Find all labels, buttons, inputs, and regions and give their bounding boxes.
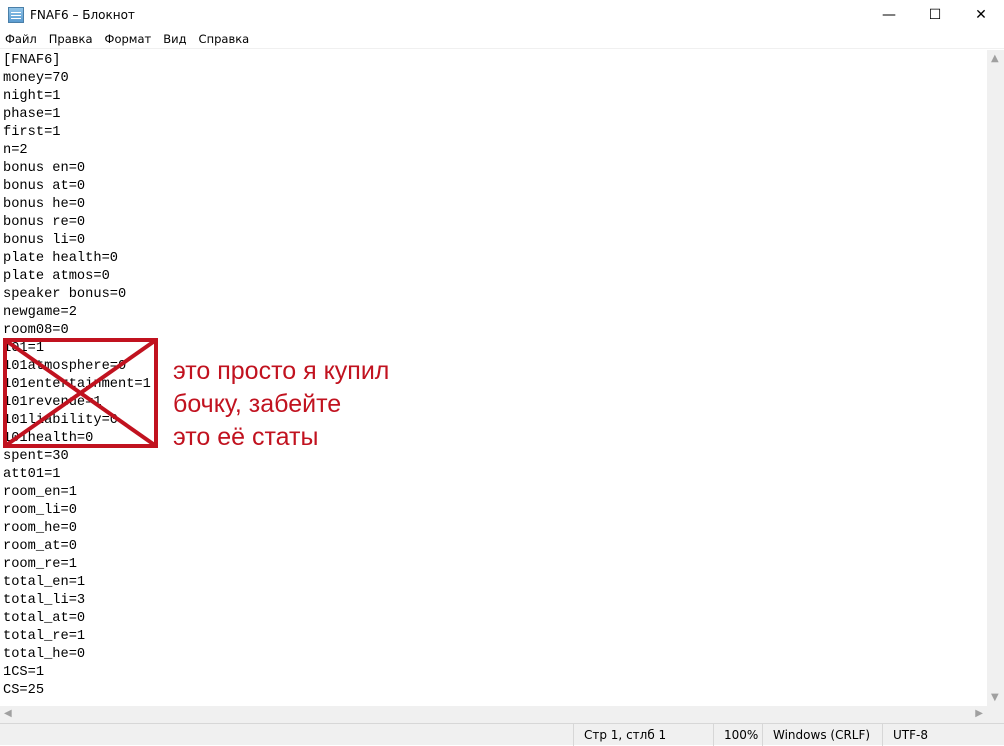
menu-file[interactable]: Файл — [0, 32, 43, 46]
text-line: bonus re=0 — [3, 215, 86, 230]
text-line: bonus en=0 — [3, 161, 86, 176]
annotation-text: это просто я купил бочку, забейте это её… — [173, 355, 389, 454]
text-line: speaker bonus=0 — [3, 287, 127, 302]
status-bar: Стр 1, стлб 1 100% Windows (CRLF) UTF-8 — [0, 723, 1004, 746]
menu-help[interactable]: Справка — [193, 32, 256, 46]
text-line: room_he=0 — [3, 521, 77, 536]
scroll-up-icon[interactable]: ▲ — [991, 53, 999, 64]
text-line: bonus at=0 — [3, 179, 86, 194]
text-line: plate atmos=0 — [3, 269, 110, 284]
text-line: total_he=0 — [3, 647, 86, 662]
text-line: n=2 — [3, 143, 28, 158]
scroll-left-icon[interactable]: ◀ — [4, 708, 12, 719]
text-line: total_re=1 — [3, 629, 86, 644]
menu-edit[interactable]: Правка — [43, 32, 99, 46]
cross-out-box — [3, 338, 158, 448]
cross-out-mark — [3, 338, 158, 448]
scroll-right-icon[interactable]: ▶ — [975, 708, 983, 719]
menu-view[interactable]: Вид — [157, 32, 192, 46]
text-line: room_li=0 — [3, 503, 77, 518]
text-line: room_re=1 — [3, 557, 77, 572]
text-line: total_at=0 — [3, 611, 86, 626]
cursor-position: Стр 1, стлб 1 — [573, 724, 726, 746]
close-button[interactable]: ✕ — [958, 0, 1004, 30]
text-line: night=1 — [3, 89, 61, 104]
text-line: room_en=1 — [3, 485, 77, 500]
text-line: [FNAF6] — [3, 53, 61, 68]
text-line: 1CS=1 — [3, 665, 45, 680]
text-line: plate health=0 — [3, 251, 118, 266]
text-line: bonus he=0 — [3, 197, 86, 212]
text-line: spent=30 — [3, 449, 69, 464]
maximize-button[interactable]: ☐ — [912, 0, 958, 30]
text-line: phase=1 — [3, 107, 61, 122]
text-line: money=70 — [3, 71, 69, 86]
vertical-scrollbar[interactable]: ▲ ▼ — [987, 50, 1004, 706]
scrollbar-corner — [987, 706, 1004, 723]
text-line: total_en=1 — [3, 575, 86, 590]
text-line: room_at=0 — [3, 539, 77, 554]
line-ending: Windows (CRLF) — [762, 724, 882, 746]
text-line: newgame=2 — [3, 305, 77, 320]
menu-format[interactable]: Формат — [99, 32, 158, 46]
horizontal-scrollbar[interactable]: ◀ ▶ — [0, 706, 987, 723]
text-line: CS=25 — [3, 683, 45, 698]
encoding: UTF-8 — [882, 724, 987, 746]
zoom-level: 100% — [713, 724, 763, 746]
menu-bar: Файл Правка Формат Вид Справка — [0, 30, 1004, 49]
title-bar: FNAF6 – Блокнот — ☐ ✕ — [0, 0, 1004, 30]
notepad-icon — [8, 7, 24, 23]
minimize-button[interactable]: — — [866, 0, 912, 30]
text-line: att01=1 — [3, 467, 61, 482]
scroll-down-icon[interactable]: ▼ — [991, 692, 999, 703]
text-line: bonus li=0 — [3, 233, 86, 248]
text-line: first=1 — [3, 125, 61, 140]
annotation-line: это просто я купил — [173, 357, 390, 385]
text-line: total_li=3 — [3, 593, 86, 608]
annotation-line: бочку, забейте — [173, 390, 342, 418]
window-title: FNAF6 – Блокнот — [30, 8, 135, 22]
annotation-line: это её статы — [173, 423, 319, 451]
